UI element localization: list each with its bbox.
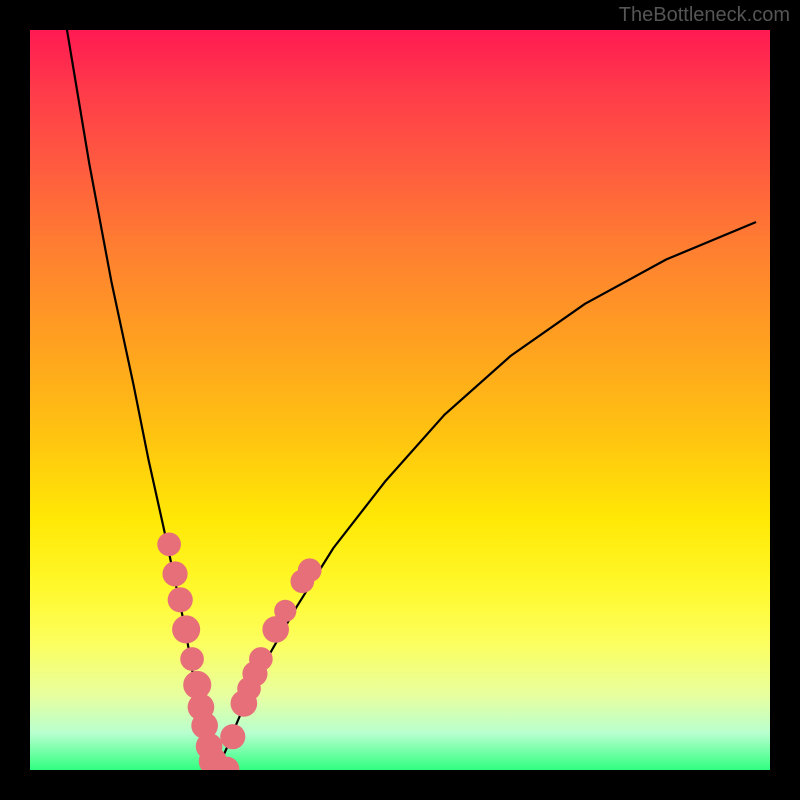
marker-dot: [274, 600, 296, 622]
chart-svg: [30, 30, 770, 770]
marker-dot: [162, 561, 187, 586]
marker-dot: [298, 558, 322, 582]
marker-dot: [249, 647, 273, 671]
marker-dot: [157, 532, 181, 556]
chart-frame: TheBottleneck.com: [0, 0, 800, 800]
plot-area: [30, 30, 770, 770]
marker-group: [157, 532, 321, 770]
marker-dot: [168, 587, 193, 612]
marker-dot: [220, 724, 245, 749]
curve-right-curve: [216, 222, 755, 770]
marker-dot: [172, 615, 200, 643]
curve-group: [67, 30, 755, 770]
marker-dot: [180, 647, 204, 671]
watermark-text: TheBottleneck.com: [619, 4, 790, 27]
